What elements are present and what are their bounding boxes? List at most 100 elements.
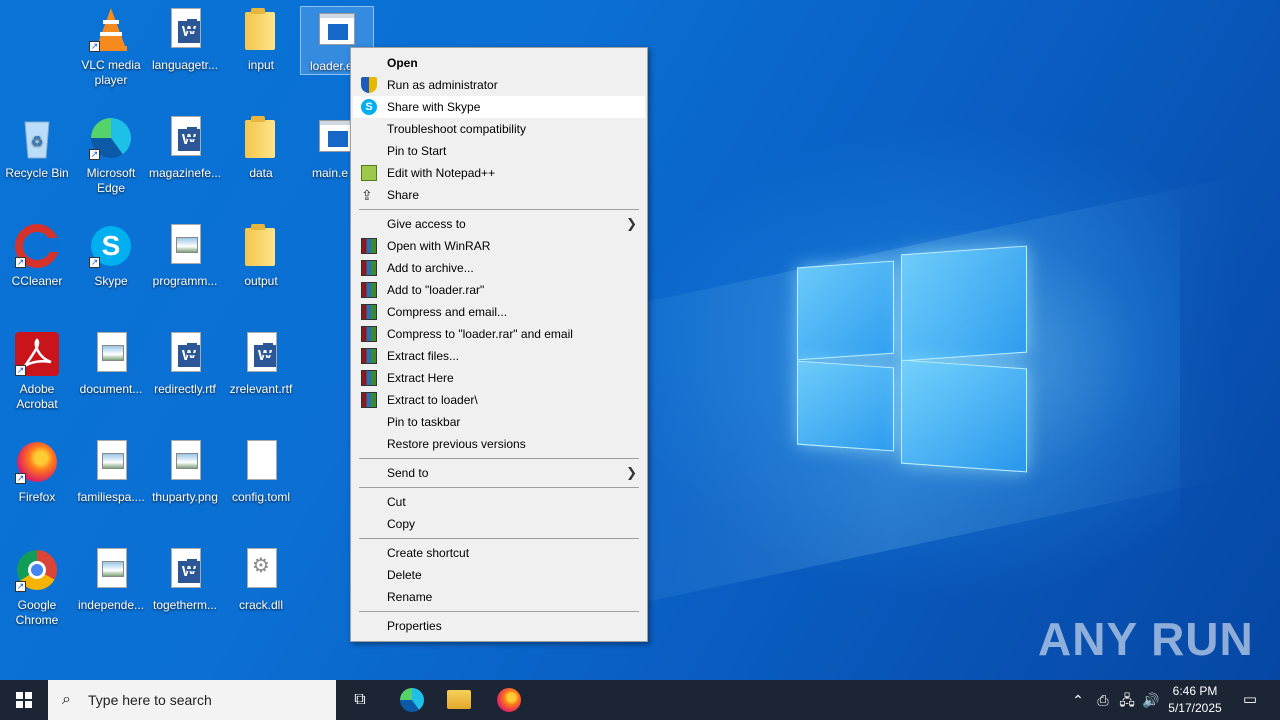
- desktop-icon-independe[interactable]: independe...: [74, 546, 148, 613]
- firefox-icon: [497, 688, 521, 712]
- menu-separator: [359, 209, 639, 210]
- menu-item-share-with-skype[interactable]: S Share with Skype: [353, 96, 645, 118]
- taskbar: ⌕ Type here to search ⧉ ⌃ ⎙ 🖧 🔊 6:46 PM …: [0, 680, 1280, 720]
- menu-item-delete[interactable]: Delete: [353, 564, 645, 586]
- volume-icon[interactable]: 🔊: [1140, 680, 1162, 720]
- menu-item-give-access-to[interactable]: Give access to ❯: [353, 213, 645, 235]
- ccleaner-icon: ↗: [13, 222, 61, 270]
- menu-item-cut[interactable]: Cut: [353, 491, 645, 513]
- taskbar-clock[interactable]: 6:46 PM 5/17/2025: [1160, 683, 1230, 717]
- desktop-icon-label: familiespa....: [77, 490, 145, 504]
- menu-item-create-shortcut[interactable]: Create shortcut: [353, 542, 645, 564]
- menu-item-compress-to-loader-rar-and-email[interactable]: Compress to "loader.rar" and email: [353, 323, 645, 345]
- desktop-icon-label: thuparty.png: [152, 490, 218, 504]
- desktop-icon-label: input: [247, 58, 275, 72]
- desktop-icon-languagetr[interactable]: W languagetr...: [148, 6, 222, 73]
- desktop-icon-zrelevant[interactable]: W zrelevant.rtf: [224, 330, 298, 397]
- desktop-icon-label: Google Chrome: [15, 598, 59, 627]
- context-menu: Open Run as administrator S Share with Sk…: [350, 47, 648, 642]
- desktop-icon-output-folder[interactable]: output: [224, 222, 298, 289]
- desktop-icon-microsoft-edge[interactable]: ↗ Microsoft Edge: [74, 114, 148, 196]
- desktop-icon-skype[interactable]: S ↗ Skype: [74, 222, 148, 289]
- search-placeholder: Type here to search: [88, 692, 212, 708]
- taskbar-edge-button[interactable]: [386, 680, 434, 720]
- word-document-icon: W: [237, 330, 285, 378]
- skype-icon: S: [361, 99, 377, 115]
- menu-item-share[interactable]: ⇪ Share: [353, 184, 645, 206]
- skype-icon: S ↗: [87, 222, 135, 270]
- desktop-icon-label: data: [249, 166, 273, 180]
- recycle-bin-icon: ♻: [13, 114, 61, 162]
- menu-item-rename[interactable]: Rename: [353, 586, 645, 608]
- desktop-icon-label: togetherm...: [152, 598, 218, 612]
- menu-item-extract-files[interactable]: Extract files...: [353, 345, 645, 367]
- desktop-icon-document[interactable]: document...: [74, 330, 148, 397]
- desktop-icon-magazinefe[interactable]: W magazinefe...: [148, 114, 222, 181]
- folder-icon: [237, 114, 285, 162]
- share-icon: ⇪: [361, 187, 373, 203]
- shortcut-arrow-icon: ↗: [15, 257, 26, 268]
- notification-icon: ▭: [1242, 691, 1258, 708]
- task-view-button[interactable]: ⧉: [336, 680, 384, 720]
- menu-item-add-to-loader-rar[interactable]: Add to "loader.rar": [353, 279, 645, 301]
- desktop-icon-recycle-bin[interactable]: ♻ Recycle Bin: [0, 114, 74, 181]
- menu-separator: [359, 458, 639, 459]
- desktop-icon-thuparty[interactable]: thuparty.png: [148, 438, 222, 505]
- winrar-icon: [361, 370, 377, 386]
- network-icon[interactable]: 🖧: [1116, 680, 1138, 720]
- tray-device-icon[interactable]: ⎙: [1092, 680, 1114, 720]
- menu-item-edit-with-notepadpp[interactable]: Edit with Notepad++: [353, 162, 645, 184]
- action-center-button[interactable]: ▭: [1234, 680, 1266, 720]
- show-hidden-icons-button[interactable]: ⌃: [1068, 680, 1088, 720]
- desktop-icon-ccleaner[interactable]: ↗ CCleaner: [0, 222, 74, 289]
- desktop-icon-adobe-acrobat[interactable]: ↗ Adobe Acrobat: [0, 330, 74, 412]
- start-button[interactable]: [0, 680, 48, 720]
- desktop-icon-firefox[interactable]: ↗ Firefox: [0, 438, 74, 505]
- desktop-icon-familiespa[interactable]: familiespa....: [74, 438, 148, 505]
- desktop-icon-label: config.toml: [231, 490, 291, 504]
- menu-item-send-to[interactable]: Send to ❯: [353, 462, 645, 484]
- menu-separator: [359, 611, 639, 612]
- shortcut-arrow-icon: ↗: [89, 257, 100, 268]
- menu-item-copy[interactable]: Copy: [353, 513, 645, 535]
- menu-item-extract-here[interactable]: Extract Here: [353, 367, 645, 389]
- desktop-icon-label: crack.dll: [238, 598, 283, 612]
- desktop-icon-crack-dll[interactable]: crack.dll: [224, 546, 298, 613]
- menu-item-extract-to-loader[interactable]: Extract to loader\: [353, 389, 645, 411]
- menu-item-add-to-archive[interactable]: Add to archive...: [353, 257, 645, 279]
- blank-file-icon: [237, 438, 285, 486]
- desktop-icon-google-chrome[interactable]: ↗ Google Chrome: [0, 546, 74, 628]
- desktop-icon-togetherm[interactable]: W togetherm...: [148, 546, 222, 613]
- menu-item-restore-previous-versions[interactable]: Restore previous versions: [353, 433, 645, 455]
- winrar-icon: [361, 348, 377, 364]
- chrome-icon: ↗: [13, 546, 61, 594]
- menu-item-run-as-administrator[interactable]: Run as administrator: [353, 74, 645, 96]
- desktop-icon-redirectly[interactable]: W redirectly.rtf: [148, 330, 222, 397]
- winrar-icon: [361, 326, 377, 342]
- desktop-icon-programm[interactable]: programm...: [148, 222, 222, 289]
- menu-item-compress-and-email[interactable]: Compress and email...: [353, 301, 645, 323]
- menu-item-properties[interactable]: Properties: [353, 615, 645, 637]
- submenu-arrow-icon: ❯: [626, 465, 637, 480]
- word-document-icon: W: [161, 546, 209, 594]
- desktop-icon-config-toml[interactable]: config.toml: [224, 438, 298, 505]
- shortcut-arrow-icon: ↗: [15, 581, 26, 592]
- task-view-icon: ⧉: [354, 691, 366, 708]
- desktop-icon-vlc[interactable]: ↗ VLC media player: [74, 6, 148, 88]
- desktop-icon-data-folder[interactable]: data: [224, 114, 298, 181]
- adobe-acrobat-icon: ↗: [13, 330, 61, 378]
- menu-item-open-with-winrar[interactable]: Open with WinRAR: [353, 235, 645, 257]
- taskbar-firefox-button[interactable]: [484, 680, 532, 720]
- menu-item-troubleshoot-compatibility[interactable]: Troubleshoot compatibility: [353, 118, 645, 140]
- winrar-icon: [361, 392, 377, 408]
- desktop-icon-label: independe...: [77, 598, 145, 612]
- desktop-icon-label: Adobe Acrobat: [16, 382, 58, 411]
- taskbar-file-explorer-button[interactable]: [434, 680, 482, 720]
- dll-file-icon: [237, 546, 285, 594]
- menu-item-open[interactable]: Open: [353, 52, 645, 74]
- desktop-icon-label: VLC media player: [81, 58, 141, 87]
- menu-item-pin-to-taskbar[interactable]: Pin to taskbar: [353, 411, 645, 433]
- menu-item-pin-to-start[interactable]: Pin to Start: [353, 140, 645, 162]
- desktop-icon-input-folder[interactable]: input: [224, 6, 298, 73]
- taskbar-search-box[interactable]: ⌕ Type here to search: [48, 680, 336, 720]
